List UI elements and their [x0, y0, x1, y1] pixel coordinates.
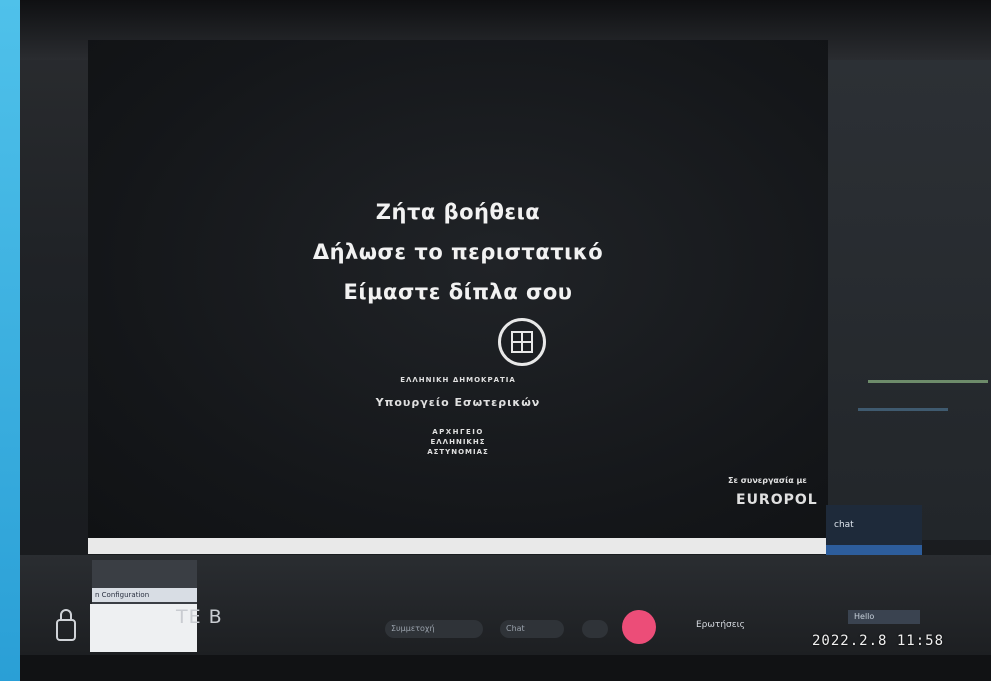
police-line-1: ΑΡΧΗΓΕΙΟ: [432, 428, 484, 436]
record-button[interactable]: [622, 610, 656, 644]
chat-label: chat: [834, 520, 854, 530]
video-screen: Ζήτα βοήθεια Δήλωσε το περιστατικό Είμασ…: [88, 40, 828, 540]
window-thumbnail[interactable]: n Configuration: [92, 560, 197, 604]
left-blue-border: [0, 0, 20, 681]
police-line-3: ΑΣΤΥΝΟΜΙΑΣ: [427, 448, 489, 456]
partner-caption: Σε συνεργασία με: [728, 476, 807, 485]
message-line-3: Είμαστε δίπλα σου: [343, 280, 573, 304]
photo-timestamp: 2022.2.8 11:58: [812, 633, 945, 649]
questions-button[interactable]: Ερωτήσεις: [696, 620, 745, 630]
side-line: [858, 408, 948, 411]
greek-emblem-icon: [498, 318, 546, 366]
bottom-shadow: [20, 655, 991, 681]
side-line: [868, 380, 988, 383]
participants-button[interactable]: Συμμετοχή: [385, 620, 483, 638]
chat-button[interactable]: Chat: [500, 620, 564, 638]
mini-input[interactable]: Hello: [848, 610, 920, 624]
police-line-2: ΕΛΛΗΝΙΚΗΣ: [430, 438, 486, 446]
more-button[interactable]: [582, 620, 608, 638]
second-monitor: [828, 60, 991, 540]
ministry-label: Υπουργείο Εσωτερικών: [375, 396, 541, 409]
lock-icon[interactable]: [55, 608, 77, 642]
message-line-1: Ζήτα βοήθεια: [375, 200, 541, 224]
remote-label: TE B: [176, 606, 223, 628]
partner-logo: EUROPOL: [736, 492, 818, 508]
republic-label: ΕΛΛΗΝΙΚΗ ΔΗΜΟΚΡΑΤΙΑ: [400, 376, 516, 384]
message-line-2: Δήλωσε το περιστατικό: [312, 240, 604, 264]
video-progress-bar[interactable]: [88, 538, 828, 554]
thumbnail-label: n Configuration: [92, 588, 197, 602]
